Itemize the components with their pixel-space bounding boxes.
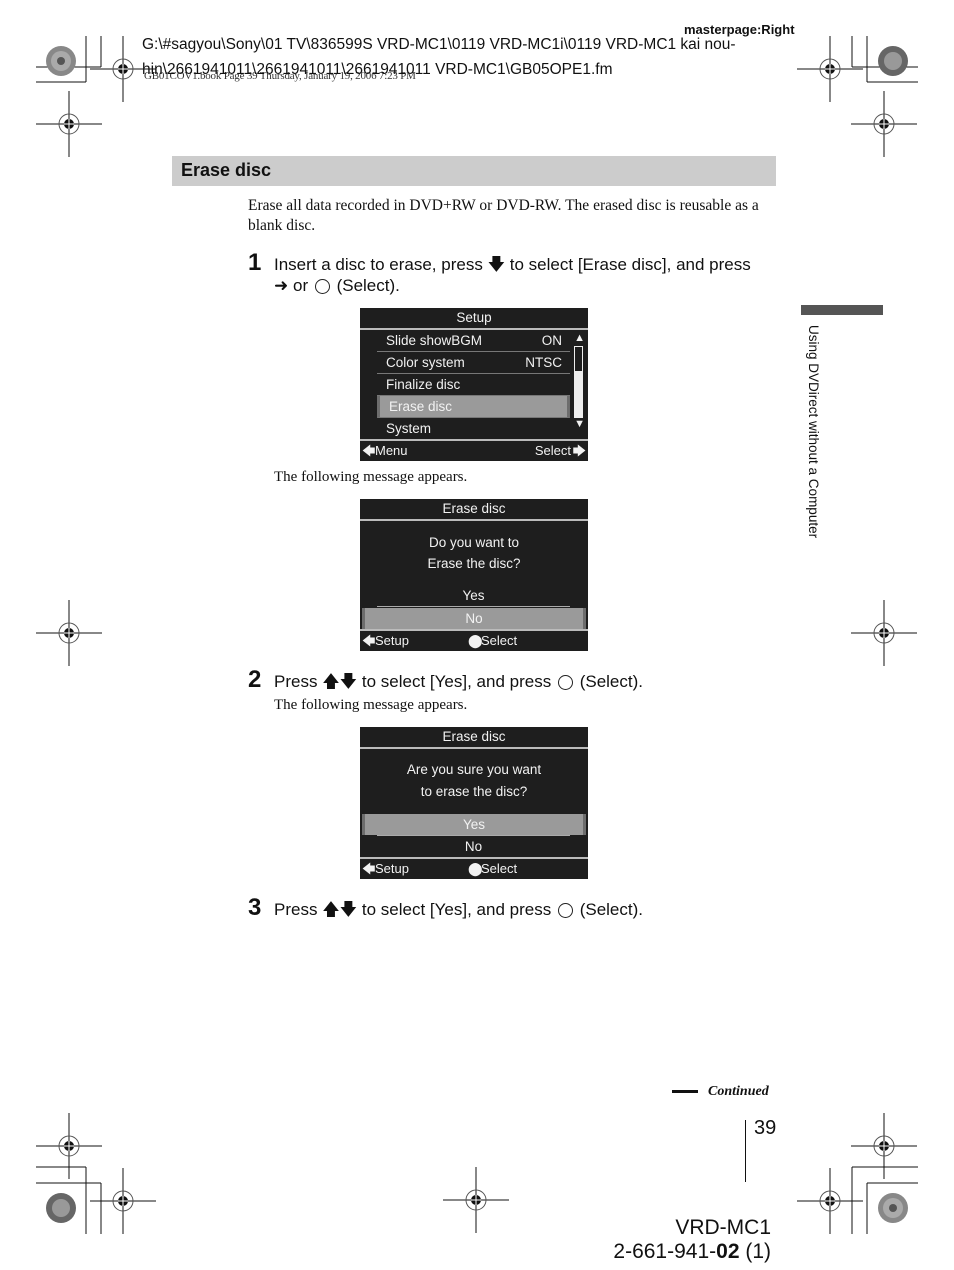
registration-mark-icon [851,1113,917,1179]
registration-mark-icon [36,91,102,157]
step-number: 2 [248,666,262,693]
option-yes[interactable]: Yes [377,585,570,607]
step-text: to select [Erase disc], and press [509,255,751,274]
masterpage-label: masterpage:Right [684,22,795,37]
step-text: Press [274,672,318,691]
menu-item-label: Color system [386,355,465,370]
step-number: 3 [248,894,262,921]
registration-mark-icon [797,1168,863,1234]
step-text: Insert a disc to erase, press [274,255,483,274]
screen-footer: 🡄 Menu Select 🡆 [360,439,588,461]
erase-confirm-screen-2: Erase disc Are you sure you want to eras… [360,727,588,879]
registration-mark-icon [36,1113,102,1179]
menu-item-finalize-disc[interactable]: Finalize disc [377,374,570,396]
menu-item-value: NTSC [525,355,562,370]
option-no[interactable]: No [377,836,570,857]
registration-mark-icon [36,600,102,666]
menu-item-erase-disc[interactable]: Erase disc [377,396,570,418]
footer-right-label: Select [481,861,518,876]
scroll-down-arrow-icon[interactable]: ▼ [574,418,585,430]
message-line: Erase the disc? [427,556,521,571]
circle-button-icon [557,903,573,918]
screen-title: Setup [360,308,588,330]
file-path-line-1: G:\#sagyou\Sony\01 TV\836599S VRD-MC1\01… [142,36,736,53]
menu-item-label: Slide showBGM [386,333,483,348]
chapter-side-label: Using DVDirect without a Computer [806,325,821,539]
step-text: (Select). [336,276,400,295]
step-text: or [292,276,309,295]
scrollbar-thumb[interactable] [575,371,582,417]
screen-title: Erase disc [360,499,588,521]
message-line: to erase the disc? [420,784,528,799]
color-target-icon [46,46,76,76]
up-down-arrows-icon: 🡅🡇 [322,672,358,691]
menu-item-label: Erase disc [389,399,453,414]
screen-footer: 🡄 Setup ⬤ Select [360,629,588,651]
menu-item-value: ON [541,333,562,348]
registration-mark-icon [90,1168,156,1234]
registration-mark-icon [851,91,917,157]
right-arrow-icon: 🡆 [572,443,586,458]
section-title: Erase disc [181,160,272,180]
step-text: Press [274,900,318,919]
up-down-arrows-icon: 🡅🡇 [322,900,358,919]
footer-left-label: Menu [375,443,408,458]
step-note: The following message appears. [274,697,468,713]
message-line: Do you want to [428,535,520,550]
color-target-icon [46,1193,76,1223]
screen-footer: 🡄 Setup ⬤ Select [360,857,588,879]
file-path-line-2: hin\2661941011\2661941011\2661941011 VRD… [142,61,613,78]
erase-confirm-screen-1: Erase disc Do you want to Erase the disc… [360,499,588,651]
left-arrow-icon: 🡄 [362,633,376,648]
left-arrow-icon: 🡄 [362,443,376,458]
step-text: to select [Yes], and press [361,900,552,919]
menu-item-label: Finalize disc [386,377,461,392]
step-1-instruction: Insert a disc to erase, press 🡇 to selec… [274,254,784,296]
model-name: VRD-MC1 [675,1216,771,1239]
scrollbar[interactable] [574,346,583,418]
footer-left-label: Setup [375,861,409,876]
menu-item-label: System [386,421,432,436]
step-3-instruction: Press 🡅🡇 to select [Yes], and press (Sel… [274,899,643,920]
part-number: 2-661-941-02 (1) [600,1240,771,1264]
footer-right-label: Select [481,633,518,648]
menu-item-slide-showbgm[interactable]: Slide showBGM ON [377,330,570,352]
step-text: (Select). [579,672,643,691]
continued-arrow-icon [672,1090,698,1093]
intro-paragraph: Erase all data recorded in DVD+RW or DVD… [248,197,759,234]
option-no[interactable]: No [362,608,586,629]
color-target-icon [878,1193,908,1223]
footer-left-label: Setup [375,633,409,648]
continued-label: Continued [708,1084,769,1099]
circle-button-icon [557,675,573,690]
message-line: Are you sure you want [406,762,542,777]
screen-title: Erase disc [360,727,588,749]
part-number-revision: 02 [716,1240,740,1263]
setup-menu-screen: Setup Slide showBGM ON Color system NTSC… [360,308,588,461]
right-arrow-icon: ➜ [274,276,289,295]
step-number: 1 [248,249,262,276]
page-number-rule [745,1120,746,1182]
menu-item-color-system[interactable]: Color system NTSC [377,352,570,374]
part-number-prefix: 2-661-941- [613,1240,717,1263]
color-target-icon [878,46,908,76]
scroll-up-arrow-icon[interactable]: ▲ [574,332,585,344]
part-number-suffix: (1) [739,1240,771,1263]
down-arrow-icon: 🡇 [487,255,506,274]
circle-button-icon [314,279,330,294]
step-2-instruction: Press 🡅🡇 to select [Yes], and press (Sel… [274,671,643,692]
chapter-tab-bar [801,305,883,315]
step-note: The following message appears. [274,469,468,485]
step-text: to select [Yes], and press [361,672,552,691]
menu-item-system[interactable]: System [377,418,570,439]
step-text: (Select). [579,900,643,919]
option-yes[interactable]: Yes [362,814,586,835]
page-number: 39 [754,1117,777,1139]
registration-mark-icon [851,600,917,666]
registration-mark-icon [443,1167,509,1233]
left-arrow-icon: 🡄 [362,861,376,876]
footer-right-label: Select [534,443,571,458]
registration-mark-icon [797,36,863,102]
